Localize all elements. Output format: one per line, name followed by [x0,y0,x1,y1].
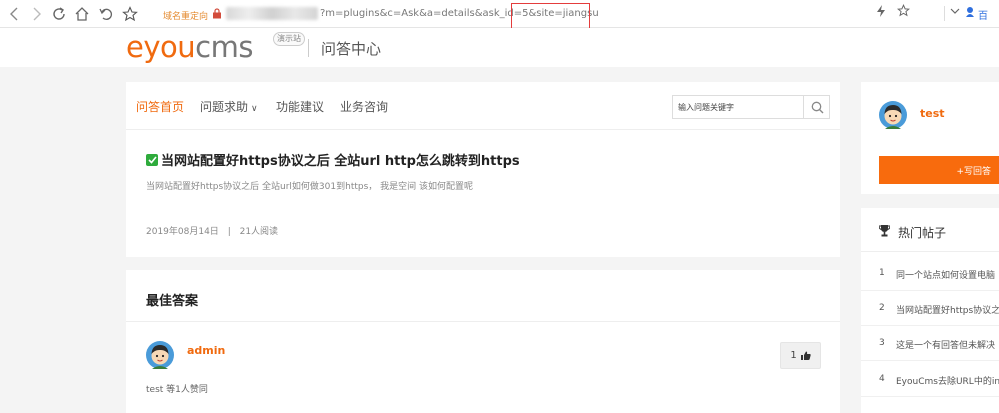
search-box [672,95,830,119]
list-item[interactable]: 2 当网站配置好https协议之 [861,293,999,326]
home-icon[interactable] [73,5,91,23]
hot-posts-title: 热门帖子 [898,226,947,240]
tab-suggestions[interactable]: 功能建议 [276,98,324,115]
url-highlight-box [511,3,590,29]
question-card: 问答首页 问题求助∨ 功能建议 业务咨询 当网站配置好https协议之后 全站u… [126,82,840,257]
page-title: 问答中心 [321,40,382,58]
undo-icon[interactable] [97,5,115,23]
question-description: 当网站配置好https协议之后 全站url如何做301到https， 我是空间 … [146,182,473,192]
answer-text: test 等1人赞同 [146,385,208,395]
favorite-star-icon[interactable] [896,4,911,20]
redirect-label: 域名重定向 [163,12,209,22]
user-card: test +写回答 [861,82,999,194]
chevron-down-icon: ∨ [251,104,258,114]
site-header: eyoucms 演示站 问答中心 [0,28,999,67]
search-engine-label: 百 [978,11,988,22]
avatar[interactable] [879,101,907,129]
avatar[interactable] [146,341,174,369]
thumbs-up-icon [800,351,811,360]
hot-posts-card: 热门帖子 1 同一个站点如何设置电脑 2 当网站配置好https协议之 3 这是… [861,208,999,413]
eyoucms-logo[interactable]: eyoucms [126,30,253,64]
like-button[interactable]: 1 [780,342,821,369]
search-icon [811,101,823,113]
like-count: 1 [790,350,797,361]
header-divider [308,39,309,57]
tab-business[interactable]: 业务咨询 [340,98,388,115]
answer-username[interactable]: admin [187,344,225,357]
star-bookmark-icon[interactable] [121,5,139,23]
question-meta: 2019年08月14日 | 21人阅读 [146,227,279,237]
tab-bar: 问答首页 问题求助 ∨ 功能建议 业务咨询 [126,82,840,130]
hot-posts-header: 热门帖子 [861,208,999,252]
question-title[interactable]: 当网站配置好https协议之后 全站url http怎么跳转到https [146,150,520,169]
chevron-down-icon[interactable] [950,5,960,19]
best-answer-heading: 最佳答案 [146,294,199,309]
search-input[interactable] [673,96,803,118]
tab-help[interactable]: 问题求助 ∨ [200,98,258,115]
list-item[interactable]: 3 这是一个有回答但未解决 [861,328,999,361]
divider [126,321,840,322]
lightning-icon[interactable] [876,5,886,20]
forward-arrow-icon[interactable] [27,5,45,23]
search-button[interactable] [803,96,830,118]
write-answer-button[interactable]: +写回答 [879,156,999,184]
lock-icon [213,8,221,19]
tab-qa-home[interactable]: 问答首页 [136,98,184,115]
current-username[interactable]: test [920,107,945,120]
question-date: 2019年08月14日 [146,227,219,237]
back-arrow-icon[interactable] [6,5,24,23]
browser-toolbar: 域名重定向 ?m=plugins&c=Ask&a=details&ask_id=… [0,0,999,29]
check-icon [146,153,158,166]
demo-site-badge: 演示站 [273,32,305,46]
list-item[interactable]: 4 EyouCms去除URL中的in [861,364,999,397]
best-answer-card: 最佳答案 admin 1 test 等1人赞同 [126,270,840,413]
search-engine-icon[interactable] [964,4,977,21]
list-item[interactable]: 1 同一个站点如何设置电脑 [861,258,999,291]
blurred-domain [226,7,318,20]
trophy-icon [879,225,890,237]
reload-icon[interactable] [50,5,68,23]
question-views: 21人阅读 [239,227,279,237]
